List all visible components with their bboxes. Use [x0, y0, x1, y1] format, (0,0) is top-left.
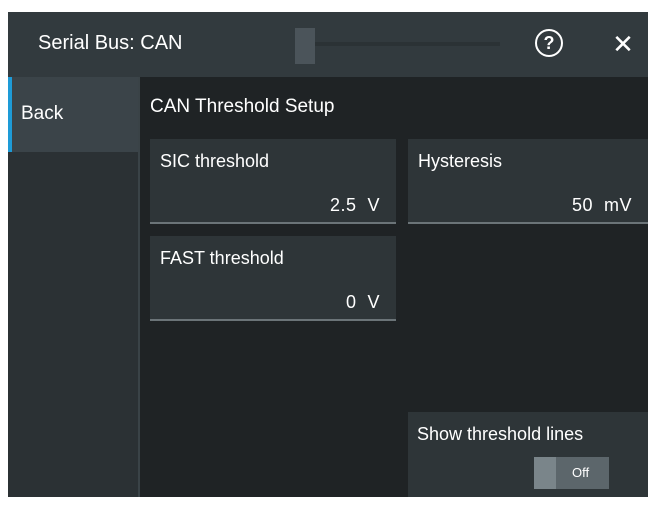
slider-thumb[interactable] [295, 28, 315, 64]
field-underline [408, 222, 648, 224]
close-button[interactable]: ✕ [607, 28, 639, 60]
sidebar: Back [8, 77, 138, 497]
sic-threshold-field[interactable]: SIC threshold 2.5 V [150, 139, 396, 224]
fast-threshold-field[interactable]: FAST threshold 0 V [150, 236, 396, 321]
close-icon: ✕ [612, 28, 634, 59]
slider-track [295, 42, 500, 46]
show-threshold-lines-label: Show threshold lines [417, 424, 584, 444]
help-button[interactable]: ? [535, 29, 563, 57]
toggle-state: Off [572, 465, 590, 480]
field-underline [150, 222, 396, 224]
toggle-knob[interactable] [534, 457, 556, 489]
fast-threshold-value: 0 V [345, 292, 380, 312]
dialog-title: Serial Bus: CAN [38, 32, 183, 54]
field-underline [150, 319, 396, 321]
help-icon: ? [543, 32, 555, 53]
sic-threshold-value: 2.5 V [329, 195, 380, 215]
sic-threshold-label: SIC threshold [160, 151, 270, 171]
show-threshold-lines-panel: Show threshold lines Off [408, 412, 648, 497]
fast-threshold-label: FAST threshold [160, 248, 284, 268]
title-bar: Serial Bus: CAN ? ✕ [8, 12, 648, 77]
active-indicator [8, 77, 12, 152]
back-button-label: Back [21, 103, 64, 124]
serial-bus-dialog: Serial Bus: CAN ? ✕ Back CAN Threshold S… [8, 12, 648, 497]
hysteresis-field[interactable]: Hysteresis 50 mV [408, 139, 648, 224]
hysteresis-label: Hysteresis [418, 151, 503, 171]
back-button[interactable]: Back [8, 77, 138, 152]
section-title: CAN Threshold Setup [150, 96, 335, 117]
hysteresis-value: 50 mV [571, 195, 632, 215]
transparency-slider[interactable] [295, 28, 500, 64]
sidebar-divider [138, 77, 140, 497]
show-threshold-lines-toggle[interactable]: Off [534, 457, 609, 489]
